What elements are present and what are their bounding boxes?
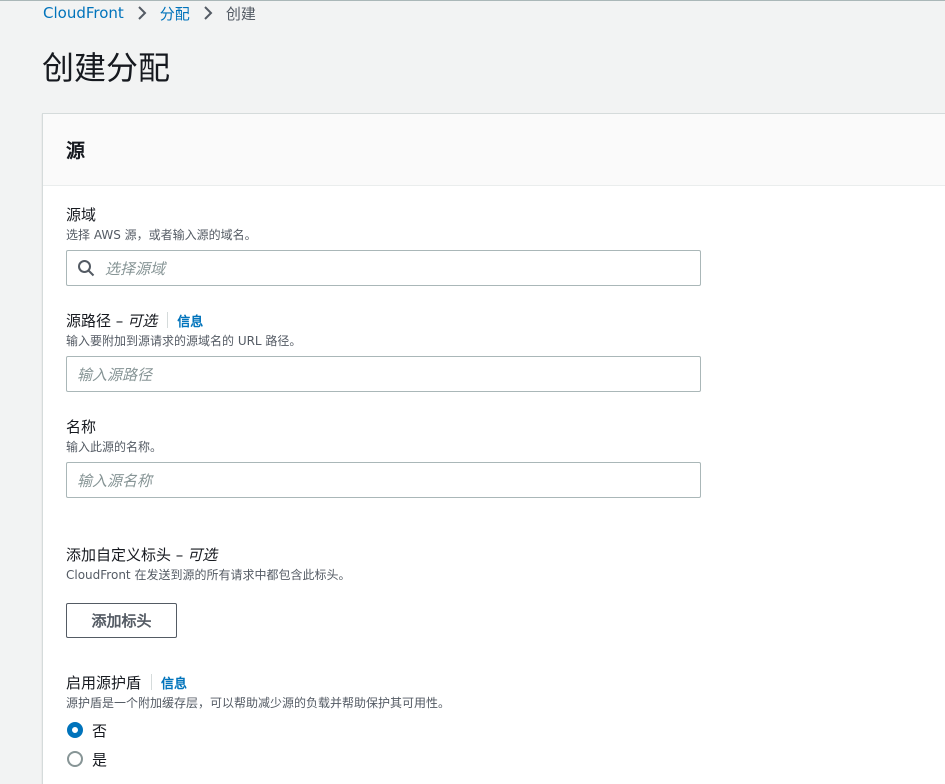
page: CloudFront 分配 创建 创建分配 源 源域 选择 AWS 源，或者输入… [0, 0, 945, 784]
panel-header: 源 [43, 114, 945, 186]
breadcrumb-current: 创建 [225, 4, 256, 23]
radio-label-yes: 是 [92, 750, 108, 769]
radio-label-no: 否 [92, 721, 108, 740]
breadcrumb-distributions[interactable]: 分配 [160, 3, 190, 24]
origin-domain-description: 选择 AWS 源，或者输入源的域名。 [66, 228, 257, 242]
custom-headers-label: 添加自定义标头 – [66, 545, 184, 564]
origin-path-optional: 可选 [127, 311, 158, 330]
origin-shield-description: 源护盾是一个附加缓存层，可以帮助减少源的负载并帮助保护其可用性。 [66, 696, 451, 710]
label-divider [151, 674, 153, 690]
radio-unselected-icon[interactable] [67, 751, 83, 767]
radio-option-no[interactable]: 否 [66, 720, 450, 740]
origin-domain-label: 源域 [66, 205, 97, 224]
panel-title: 源 [66, 140, 86, 162]
breadcrumb-cloudfront[interactable]: CloudFront [43, 4, 124, 22]
origin-path-placeholder: 输入源路径 [77, 365, 153, 384]
origin-domain-placeholder: 选择源域 [105, 259, 166, 278]
origin-shield-label: 启用源护盾 [66, 673, 142, 692]
origin-shield-field: 启用源护盾 信息 源护盾是一个附加缓存层，可以帮助减少源的负载并帮助保护其可用性… [66, 672, 450, 769]
custom-headers-field: 添加自定义标头 – 可选 CloudFront 在发送到源的所有请求中都包含此标… [66, 544, 350, 638]
origin-path-input[interactable]: 输入源路径 [66, 356, 701, 392]
origin-name-description: 输入此源的名称。 [66, 440, 163, 454]
search-icon [78, 260, 95, 277]
radio-option-yes[interactable]: 是 [66, 749, 450, 769]
origin-domain-field: 源域 选择 AWS 源，或者输入源的域名。 选择源域 [66, 204, 701, 286]
origin-name-label: 名称 [66, 417, 97, 436]
origin-name-field: 名称 输入此源的名称。 输入源名称 [66, 416, 701, 498]
origin-name-placeholder: 输入源名称 [77, 471, 153, 490]
origin-domain-search-input[interactable]: 选择源域 [66, 250, 701, 286]
custom-headers-optional: 可选 [187, 545, 218, 564]
radio-selected-icon[interactable] [67, 722, 83, 738]
top-divider [0, 0, 945, 1]
custom-headers-description: CloudFront 在发送到源的所有请求中都包含此标头。 [66, 568, 351, 582]
origin-panel: 源 源域 选择 AWS 源，或者输入源的域名。 选择源域 源路径 – 可选 信息… [42, 113, 945, 784]
breadcrumb: CloudFront 分配 创建 [43, 3, 256, 23]
origin-shield-info-link[interactable]: 信息 [161, 673, 187, 692]
label-divider [167, 312, 169, 328]
chevron-right-icon [124, 6, 160, 20]
page-title: 创建分配 [42, 49, 171, 87]
origin-path-description: 输入要附加到源请求的源域名的 URL 路径。 [66, 334, 302, 348]
origin-path-info-link[interactable]: 信息 [177, 311, 203, 330]
origin-path-field: 源路径 – 可选 信息 输入要附加到源请求的源域名的 URL 路径。 输入源路径 [66, 310, 701, 392]
chevron-right-icon [190, 6, 226, 20]
origin-name-input[interactable]: 输入源名称 [66, 462, 701, 498]
add-header-button[interactable]: 添加标头 [66, 603, 177, 638]
origin-path-label: 源路径 – [66, 311, 124, 330]
